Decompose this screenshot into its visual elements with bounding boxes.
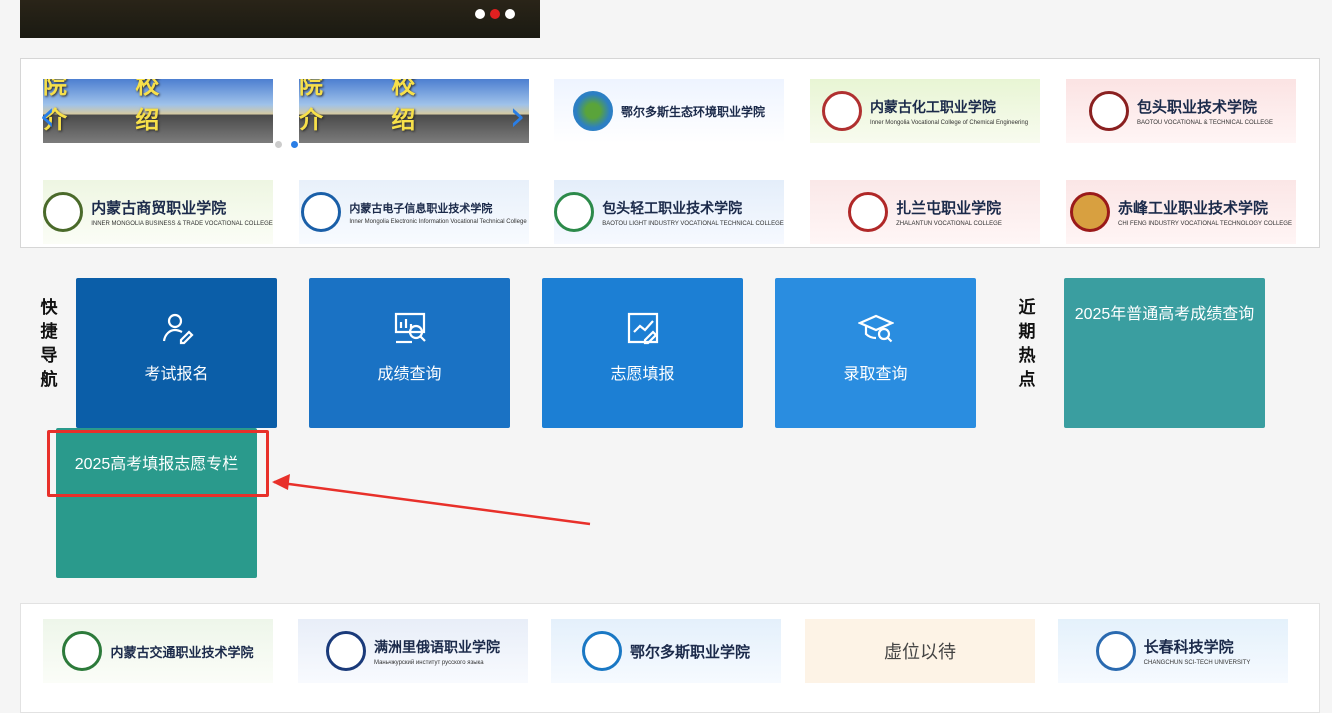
chart-search-icon [394,312,426,344]
college-subtitle: CHANGCHUN SCI-TECH UNIVERSITY [1143,660,1251,666]
college-subtitle: BAOTOU LIGHT INDUSTRY VOCATIONAL TECHNIC… [602,220,784,227]
college-logo-transport[interactable]: 内蒙古交通职业技术学院 [43,619,273,683]
college-name: 扎兰屯职业学院 [896,199,1002,217]
college-logo-changchun[interactable]: 长春科技学院 CHANGCHUN SCI-TECH UNIVERSITY [1058,619,1288,683]
banner-dot-2[interactable] [490,9,500,19]
person-edit-icon [162,313,194,345]
placeholder-text: 虚位以待 [884,642,956,662]
annotation-arrow-icon [272,474,591,526]
banner-dot-3[interactable] [505,9,515,19]
hero-banner[interactable] [20,0,540,38]
college-intro-slide-1[interactable]: 院 校 介 绍 [43,79,273,143]
college-emblem-icon [581,631,622,671]
college-logo-panel: 院 校 介 绍 院 校 介 绍 ‹ › 鄂尔多斯生态环境职业学院 内蒙古化工职业… [20,58,1320,248]
college-subtitle: CHI FENG INDUSTRY VOCATIONAL TECHNOLOGY … [1118,221,1292,227]
quick-nav-label: 快捷导航 [40,298,58,389]
college-emblem-icon [821,91,862,131]
college-logo-business[interactable]: 内蒙古商贸职业学院 INNER MONGOLIA BUSINESS & TRADE… [43,180,273,244]
college-logo-light-industry[interactable]: 包头轻工职业技术学院 BAOTOU LIGHT INDUSTRY VOCATION… [554,180,784,244]
college-emblem-icon [301,192,342,232]
college-emblem-icon [554,192,595,232]
college-emblem-icon [326,631,366,671]
banner-pager [475,9,515,19]
slider-dot-2[interactable] [291,141,298,148]
college-subtitle: ZHALANTUN VOCATIONAL COLLEGE [896,221,1002,227]
college-subtitle: Inner Mongolia Electronic Information Vo… [349,218,527,225]
college-subtitle: Маньчжурский институт русского языка [374,659,484,666]
college-emblem-icon [1095,631,1136,671]
nav-card-admission-query[interactable]: 录取查询 [775,278,976,428]
college-logo-ordos[interactable]: 鄂尔多斯职业学院 [551,619,781,683]
nav-card-label: 考试报名 [144,366,209,383]
college-name: 长春科技学院 [1143,638,1234,656]
college-intro-title: 院 校 介 绍 [43,79,190,134]
college-logo-baotou[interactable]: 包头职业技术学院 BAOTOU VOCATIONAL & TECHNICAL CO… [1066,79,1296,143]
college-name: 内蒙古化工职业学院 [869,99,996,116]
college-emblem-icon [848,192,889,232]
banner-dot-1[interactable] [475,9,485,19]
college-logo-placeholder[interactable]: 虚位以待 [805,619,1035,683]
college-logo-chifeng[interactable]: 赤峰工业职业技术学院 CHI FENG INDUSTRY VOCATIONAL T… [1066,180,1296,244]
chevron-right-icon[interactable]: › [509,95,526,137]
hot-card-score-query[interactable]: 2025年普通高考成绩查询 [1064,278,1265,428]
hot-card-label: 2025年普通高考成绩查询 [1074,306,1255,323]
nav-card-label: 志愿填报 [610,366,675,383]
college-name: 内蒙古商贸职业学院 [91,199,227,217]
nav-card-exam-registration[interactable]: 考试报名 [76,278,277,428]
college-subtitle: BAOTOU VOCATIONAL & TECHNICAL COLLEGE [1137,120,1273,126]
college-name: 赤峰工业职业技术学院 [1118,199,1269,217]
trend-edit-icon [627,312,658,345]
college-logo-ordos-eco[interactable]: 鄂尔多斯生态环境职业学院 [554,79,784,143]
graduation-search-icon [857,314,894,343]
college-name: 包头轻工职业技术学院 [602,200,743,217]
college-name: 内蒙古电子信息职业技术学院 [349,201,493,215]
college-logo-panel-bottom: 内蒙古交通职业技术学院 满洲里俄语职业学院 Маньчжурский инстит… [20,603,1320,713]
college-emblem-icon [1070,192,1111,232]
nav-card-label: 录取查询 [843,366,908,383]
slider-dot-1[interactable] [275,141,282,148]
nav-card-score-query[interactable]: 成绩查询 [309,278,510,428]
hot-topics-label: 近期热点 [1018,298,1036,389]
college-emblem-icon [1089,91,1130,131]
annotation-highlight-box [47,430,269,497]
college-logo-electronic[interactable]: 内蒙古电子信息职业技术学院 Inner Mongolia Electronic I… [299,180,529,244]
college-name: 鄂尔多斯生态环境职业学院 [620,104,765,119]
college-intro-title: 院 校 介 绍 [299,79,446,134]
college-name: 满洲里俄语职业学院 [374,639,500,656]
college-logo-chem[interactable]: 内蒙古化工职业学院 Inner Mongolia Vocational Colle… [810,79,1040,143]
college-emblem-icon [572,91,613,131]
college-emblem-icon [62,631,103,671]
college-name: 鄂尔多斯职业学院 [629,642,750,661]
college-name: 包头职业技术学院 [1137,98,1258,116]
college-subtitle: INNER MONGOLIA BUSINESS & TRADE VOCATION… [91,221,273,227]
college-subtitle: Inner Mongolia Vocational College of Che… [869,119,1029,126]
nav-card-application[interactable]: 志愿填报 [542,278,743,428]
chevron-left-icon[interactable]: ‹ [39,95,56,137]
college-logo-zhalantun[interactable]: 扎兰屯职业学院 ZHALANTUN VOCATIONAL COLLEGE [810,180,1040,244]
college-intro-slide-2[interactable]: 院 校 介 绍 [299,79,529,143]
college-logo-manzhouli[interactable]: 满洲里俄语职业学院 Маньчжурский институт русского … [298,619,528,683]
nav-card-label: 成绩查询 [377,366,442,383]
college-emblem-icon [43,192,84,232]
college-name: 内蒙古交通职业技术学院 [110,645,254,661]
